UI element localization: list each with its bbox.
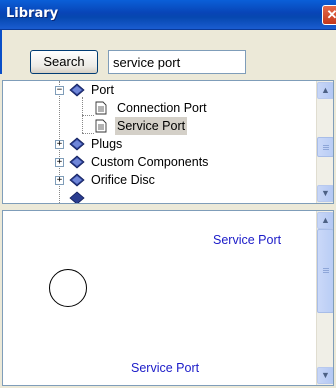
chevron-up-icon: ▲ (321, 215, 330, 225)
grip-line (323, 149, 329, 150)
book-icon (69, 191, 85, 203)
chevron-up-icon: ▲ (321, 85, 330, 95)
book-icon (69, 155, 85, 169)
tree-item-label: Port (91, 83, 114, 97)
tree-item-label: Plugs (91, 137, 123, 151)
service-port-symbol (49, 269, 87, 307)
close-button[interactable]: ✕ (322, 5, 336, 25)
scroll-thumb[interactable] (317, 229, 333, 313)
collapse-icon[interactable]: − (55, 86, 64, 95)
title-bar[interactable]: Library ✕ (0, 0, 336, 30)
preview-label-bottom: Service Port (131, 361, 200, 375)
preview-scrollbar[interactable]: ▲ ▼ (316, 211, 333, 385)
tree-item-label: Connection Port (117, 101, 207, 115)
chevron-down-icon: ▼ (321, 370, 330, 380)
document-icon (95, 119, 107, 133)
grip-line (323, 272, 329, 273)
tree-item-label: Service Port (115, 117, 188, 135)
preview-label-top: Service Port (213, 233, 282, 247)
scroll-up-button[interactable]: ▲ (317, 212, 333, 229)
scroll-down-button[interactable]: ▼ (317, 367, 333, 384)
expand-icon[interactable]: + (55, 158, 64, 167)
grip-line (323, 147, 329, 148)
book-icon (69, 173, 85, 187)
book-icon (69, 83, 85, 97)
expand-icon[interactable]: + (55, 176, 64, 185)
chevron-down-icon: ▼ (321, 188, 330, 198)
tree-connector (82, 133, 94, 134)
document-icon (95, 101, 107, 115)
scroll-thumb[interactable] (317, 137, 333, 157)
grip-line (323, 268, 329, 269)
close-icon: ✕ (326, 7, 336, 22)
search-input[interactable] (108, 50, 246, 74)
grip-line (323, 145, 329, 146)
library-tree: − Port Connection Port Service Port + Pl… (2, 80, 334, 204)
library-window: Library ✕ Search − Port Co (0, 0, 336, 388)
expand-icon[interactable]: + (55, 140, 64, 149)
window-title: Library (6, 6, 59, 21)
component-preview: Service Port Service Port ▲ ▼ (2, 210, 334, 386)
tree-item-label: Custom Components (91, 155, 209, 169)
book-icon (69, 137, 85, 151)
scroll-up-button[interactable]: ▲ (317, 82, 333, 99)
tree-item-label: Orifice Disc (91, 173, 155, 187)
grip-line (323, 270, 329, 271)
tree-connector (82, 115, 94, 116)
search-button[interactable]: Search (30, 50, 98, 74)
scroll-down-button[interactable]: ▼ (317, 185, 333, 202)
tree-scrollbar[interactable]: ▲ ▼ (316, 81, 333, 203)
